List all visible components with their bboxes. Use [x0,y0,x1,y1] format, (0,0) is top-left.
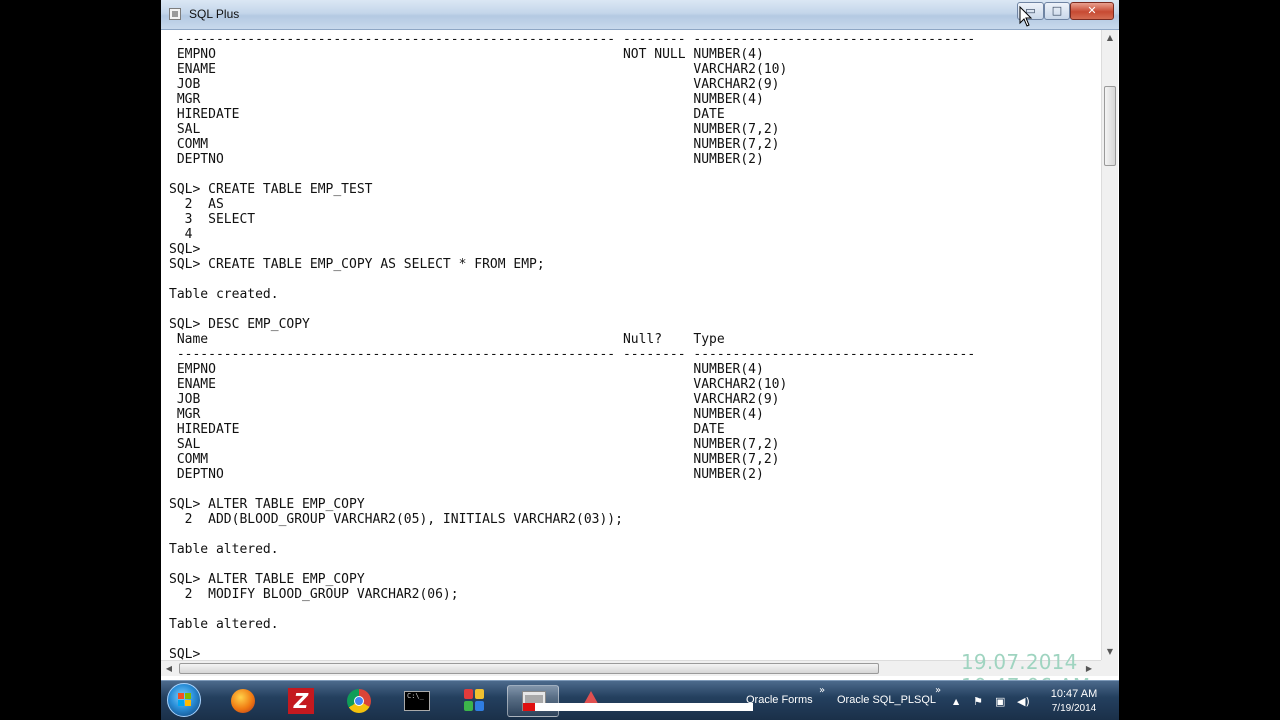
window-title: SQL Plus [189,7,240,21]
start-button[interactable] [167,683,201,717]
volume-icon[interactable]: ◀) [1017,695,1030,708]
firefox-icon [231,689,255,713]
taskbar-chrome[interactable] [333,685,385,717]
vertical-scroll-thumb[interactable] [1104,86,1116,166]
system-clock[interactable]: 10:47 AM 7/19/2014 [1039,688,1109,717]
taskbar-app-grid[interactable] [449,685,501,717]
show-hidden-icons-arrow-icon[interactable]: ▲ [953,697,959,706]
app-grid-icon [464,689,486,713]
action-center-flag-icon[interactable]: ⚑ [973,695,983,708]
taskbar-label-oracle-forms[interactable]: Oracle Forms [746,694,813,706]
close-button[interactable]: ✕ [1070,2,1114,20]
console-output: ----------------------------------------… [169,32,976,660]
clock-date: 7/19/2014 [1051,703,1097,714]
taskbar-sqlplus[interactable] [507,685,559,717]
horizontal-scrollbar[interactable]: ◀ ▶ [161,660,1101,676]
network-icon[interactable]: ▣ [995,695,1005,708]
sqlplus-console[interactable]: ----------------------------------------… [161,30,1101,660]
chrome-icon [347,689,371,713]
upload-progress-bar [523,703,753,711]
maximize-button[interactable]: □ [1044,2,1070,20]
windows-taskbar: Z C:\_ Oracle Forms » Oracle SQL_PLSQL »… [161,680,1119,720]
clock-time: 10:47 AM [1050,688,1098,700]
upload-progress-fill [523,703,535,711]
windows-logo-icon [178,693,192,707]
oracle-forms-chevron-icon[interactable]: » [819,685,825,696]
taskbar-filezilla[interactable]: Z [275,685,327,717]
sqlplus-window: SQL Plus ▭ □ ✕ -------------------------… [161,0,1119,720]
filezilla-icon: Z [288,688,314,714]
vertical-scrollbar[interactable]: ▲ ▼ [1101,30,1118,660]
oracle-sql-plsql-chevron-icon[interactable]: » [935,685,941,696]
scroll-up-arrow-icon[interactable]: ▲ [1102,30,1118,46]
command-prompt-icon: C:\_ [404,691,430,711]
sqlplus-app-icon[interactable] [169,8,181,20]
taskbar-firefox[interactable] [217,685,269,717]
taskbar-label-oracle-sql-plsql[interactable]: Oracle SQL_PLSQL [837,694,936,706]
title-bar[interactable]: SQL Plus ▭ □ ✕ [161,0,1119,30]
taskbar-command-prompt[interactable]: C:\_ [391,685,443,717]
horizontal-scroll-thumb[interactable] [179,663,879,674]
scroll-left-arrow-icon[interactable]: ◀ [161,661,177,677]
taskbar-drawing-app[interactable] [565,685,617,717]
